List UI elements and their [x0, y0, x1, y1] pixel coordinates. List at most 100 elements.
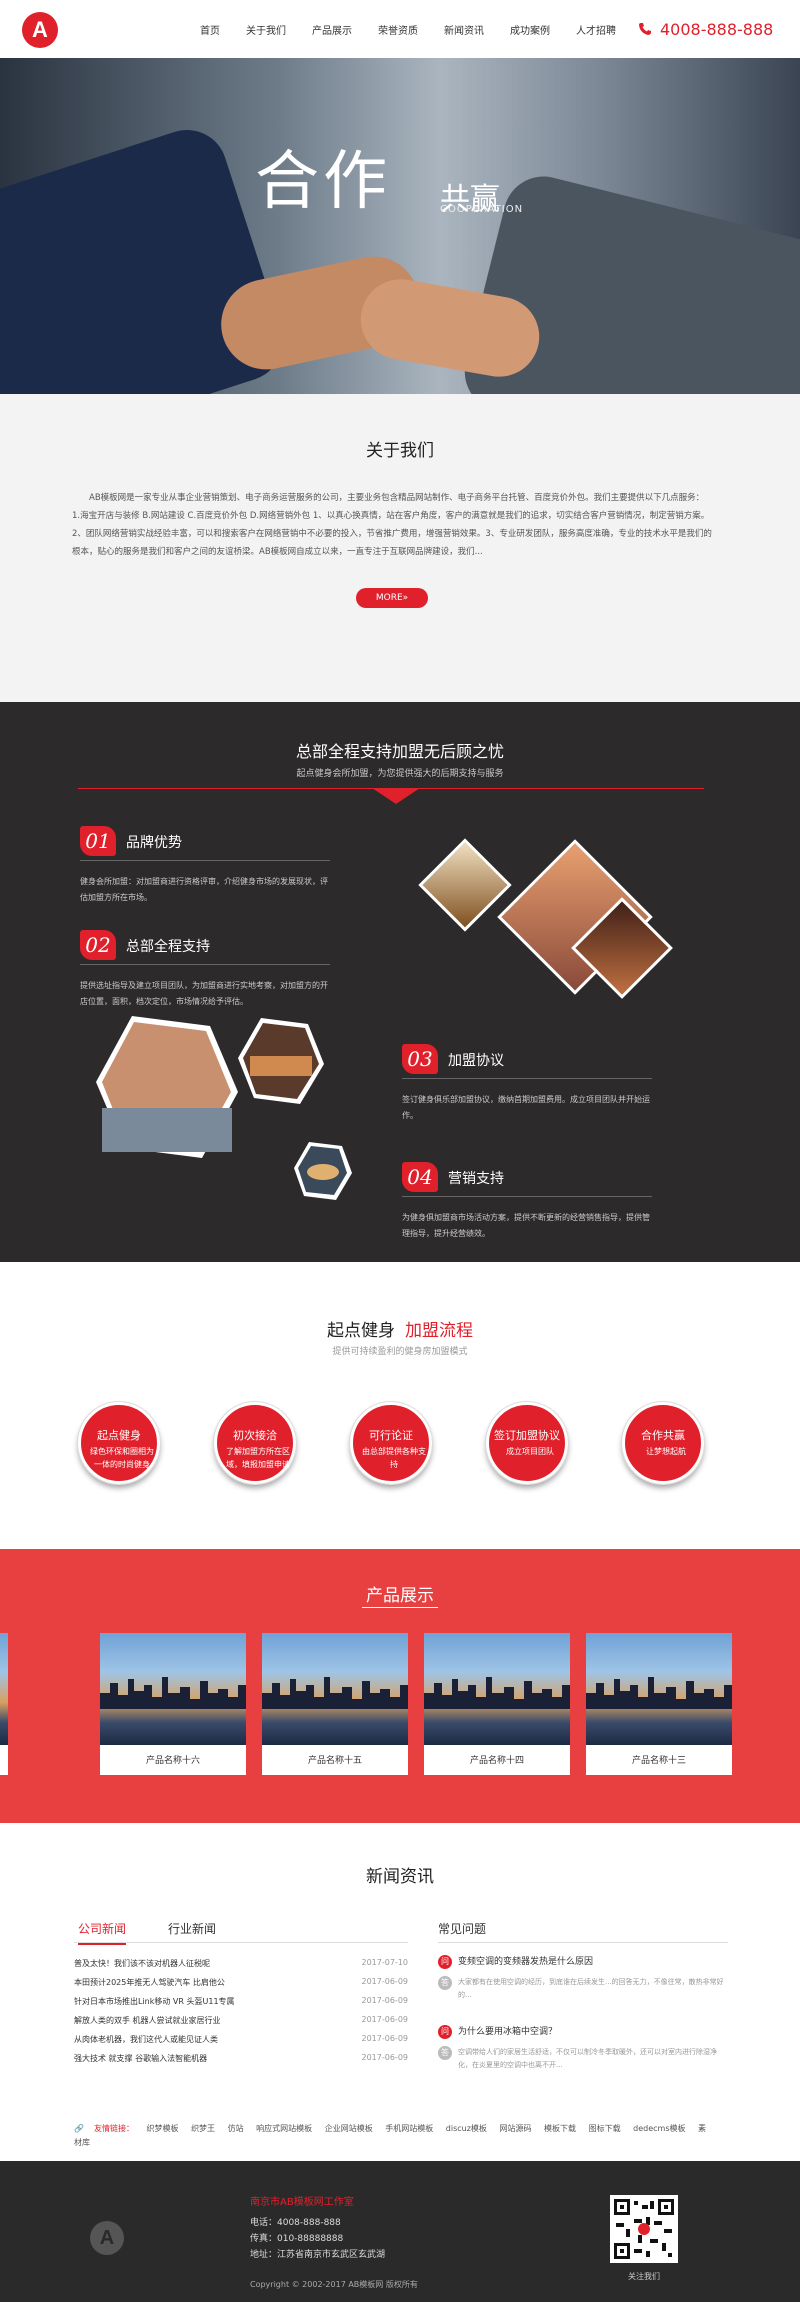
step-text: 了解加盟方所在区域，填报加盟申请	[226, 1447, 290, 1469]
news-item-title: 普及太快！我们该不该对机器人征税呢	[74, 1959, 210, 1968]
product-card[interactable]: 产品名称十五	[262, 1633, 408, 1775]
product-name: 产品名称十五	[307, 1756, 362, 1766]
support-title: 总部全程支持加盟无后顾之忧	[295, 742, 504, 761]
step-title: 起点健身	[97, 1429, 141, 1442]
banner-title: 合作	[255, 145, 391, 219]
divider	[402, 1078, 652, 1079]
tab-industry-news[interactable]: 行业新闻	[168, 1920, 216, 1937]
process-step[interactable]: 签订加盟协议 成立项目团队	[485, 1401, 569, 1485]
product-image	[586, 1633, 732, 1745]
site-logo[interactable]: A	[22, 12, 58, 48]
divider	[74, 1942, 408, 1943]
qr-label: 关注我们	[628, 2272, 660, 2281]
friend-link[interactable]: dedecms模板	[633, 2124, 685, 2133]
faq-question[interactable]: 问变频空调的变频器发热是什么原因	[438, 1954, 593, 1969]
product-card[interactable]: 产品名称十三	[586, 1633, 732, 1775]
hotline: 4008-888-888	[660, 20, 774, 39]
feature-number: 01	[80, 826, 116, 856]
news-item[interactable]: 普及太快！我们该不该对机器人征税呢 2017-07-10	[74, 1958, 408, 1969]
divider	[438, 1942, 728, 1943]
friend-link[interactable]: 织梦王	[191, 2124, 215, 2133]
phone-icon	[639, 23, 651, 35]
feature-title: 加盟协议	[448, 1053, 504, 1069]
divider	[80, 964, 330, 965]
news-item[interactable]: 强大技术 就支撑 谷歌输入法智能机器 2017-06-09	[74, 2053, 408, 2064]
friend-link[interactable]: 手机网站模板	[385, 2124, 433, 2133]
step-title: 初次接洽	[233, 1429, 277, 1442]
friend-link[interactable]: 织梦模板	[147, 2124, 179, 2133]
answer-icon: 答	[438, 2046, 452, 2060]
step-text: 成立项目团队	[506, 1447, 554, 1456]
process-step[interactable]: 起点健身 绿色环保和圈相为一体的时尚健身	[77, 1401, 161, 1485]
nav-item-jobs[interactable]: 人才招聘	[576, 22, 616, 37]
product-image	[100, 1633, 246, 1745]
footer-company: 南京市AB模板网工作室	[250, 2197, 354, 2208]
news-item[interactable]: 解放人类的双手 机器人尝试就业家居行业 2017-06-09	[74, 2015, 408, 2026]
about-title: 关于我们	[366, 441, 434, 461]
footer-fax: 传真：010-88888888	[250, 2234, 344, 2244]
friend-link[interactable]: 图标下载	[589, 2124, 621, 2133]
news-item-date: 2017-06-09	[361, 1996, 409, 2005]
question-icon: 问	[438, 1955, 452, 1969]
feature-title: 营销支持	[448, 1171, 504, 1187]
friend-link[interactable]: 模板下载	[544, 2124, 576, 2133]
news-item-title: 解放人类的双手 机器人尝试就业家居行业	[74, 2016, 221, 2025]
product-name: 产品名称十六	[145, 1756, 200, 1766]
footer-address: 地址：江苏省南京市玄武区玄武湖	[250, 2250, 386, 2260]
feature-title: 总部全程支持	[126, 939, 210, 955]
friend-link[interactable]: 网站源码	[499, 2124, 531, 2133]
friend-link[interactable]: 响应式网站模板	[256, 2124, 312, 2133]
about-section: 关于我们 AB模板网是一家专业从事企业营销策划、电子商务运营服务的公司，主要业务…	[0, 394, 800, 702]
process-subtitle: 提供可持续盈利的健身房加盟模式	[332, 1347, 468, 1357]
nav-item-home[interactable]: 首页	[200, 22, 220, 37]
process-step[interactable]: 合作共赢 让梦想起航	[621, 1401, 705, 1485]
answer-icon: 答	[438, 1976, 452, 1990]
faq-title: 常见问题	[438, 1922, 487, 1936]
divider	[402, 1196, 652, 1197]
page: A 首页 关于我们 产品展示 荣誉资质 新闻资讯 成功案例 人才招聘 4008-…	[0, 0, 800, 2302]
hero-banner: 合作 COOPERATION 共赢	[0, 58, 800, 394]
news-item-title: 强大技术 就支撑 谷歌输入法智能机器	[74, 2054, 208, 2063]
news-item-date: 2017-06-09	[361, 2034, 409, 2043]
friend-links: 🔗 友情链接： 织梦模板 织梦王 仿站 响应式网站模板 企业网站模板 手机网站模板…	[74, 2122, 714, 2150]
news-item[interactable]: 从肉体老机器，我们这代人或能见证人类 2017-06-09	[74, 2034, 408, 2045]
news-item-title: 针对日本市场推出Link移动 VR 头盔U11专属	[74, 1997, 235, 2006]
skyline-graphic	[424, 1677, 570, 1709]
faq-answer: 答空调带给人们的家居生活舒适，不仅可以制冷冬季取暖外，还可以对室内进行除湿净化，…	[438, 2046, 728, 2072]
feature-text: 提供选址指导及建立项目团队，为加盟商进行实地考察，对加盟方的开店位置，面积，档次…	[80, 981, 328, 1006]
product-card-partial[interactable]	[0, 1633, 8, 1775]
footer-logo: A	[90, 2221, 124, 2255]
main-nav: 首页 关于我们 产品展示 荣誉资质 新闻资讯 成功案例 人才招聘	[200, 22, 642, 37]
faq-question-text: 变频空调的变频器发热是什么原因	[458, 1957, 594, 1967]
faq-question[interactable]: 问为什么要用冰箱中空调？	[438, 2024, 557, 2039]
process-step[interactable]: 可行论证 由总部提供各种支持	[349, 1401, 433, 1485]
question-icon: 问	[438, 2025, 452, 2039]
skyline-graphic	[262, 1677, 408, 1709]
footer-phone: 电话：4008-888-888	[250, 2218, 341, 2228]
product-card[interactable]: 产品名称十四	[424, 1633, 570, 1775]
product-card[interactable]: 产品名称十六	[100, 1633, 246, 1775]
photo-abs	[96, 1016, 238, 1158]
friend-link[interactable]: 仿站	[228, 2124, 244, 2133]
step-text: 由总部提供各种支持	[362, 1447, 426, 1469]
nav-item-products[interactable]: 产品展示	[312, 22, 352, 37]
news-item[interactable]: 本田预计2025年推无人驾驶汽车 比肩他公 2017-06-09	[74, 1977, 408, 1988]
nav-item-cases[interactable]: 成功案例	[510, 22, 550, 37]
footer-copyright: Copyright © 2002-2017 AB模板网 版权所有	[250, 2280, 418, 2289]
divider	[80, 860, 330, 861]
more-button[interactable]: MORE»	[356, 588, 428, 608]
product-name: 产品名称十三	[631, 1756, 686, 1766]
header: A 首页 关于我们 产品展示 荣誉资质 新闻资讯 成功案例 人才招聘 4008-…	[0, 0, 800, 58]
divider-arrow	[372, 788, 420, 804]
step-title: 签订加盟协议	[494, 1429, 560, 1442]
support-section: 总部全程支持加盟无后顾之忧 起点健身会所加盟，为您提供强大的后期支持与服务 01…	[0, 702, 800, 1262]
nav-item-news[interactable]: 新闻资讯	[444, 22, 484, 37]
nav-item-honors[interactable]: 荣誉资质	[378, 22, 418, 37]
friend-link[interactable]: 企业网站模板	[325, 2124, 373, 2133]
friend-link[interactable]: discuz模板	[446, 2124, 487, 2133]
feature-text: 健身会所加盟：对加盟商进行资格评审，介绍健身市场的发展现状，评估加盟方所在市场。	[80, 877, 328, 902]
process-step[interactable]: 初次接洽 了解加盟方所在区域，填报加盟申请	[213, 1401, 297, 1485]
news-item[interactable]: 针对日本市场推出Link移动 VR 头盔U11专属 2017-06-09	[74, 1996, 408, 2007]
news-item-date: 2017-07-10	[361, 1958, 409, 1967]
nav-item-about[interactable]: 关于我们	[246, 22, 286, 37]
